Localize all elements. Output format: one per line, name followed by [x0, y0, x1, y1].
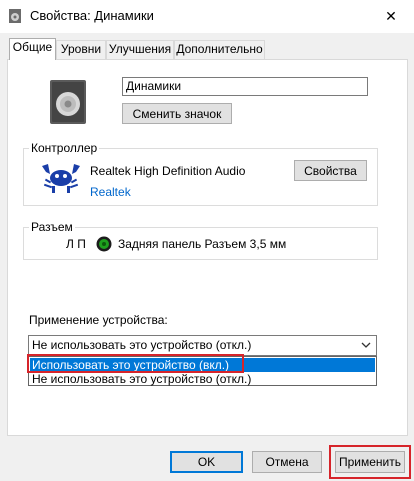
speaker-icon: [50, 80, 86, 124]
ok-button[interactable]: OK: [170, 451, 243, 473]
close-button[interactable]: ✕: [368, 0, 414, 33]
tab-label: Улучшения: [108, 42, 172, 56]
jack-channel: Л П: [66, 237, 86, 251]
cancel-button[interactable]: Отмена: [252, 451, 322, 473]
title-bar[interactable]: Свойства: Динамики ✕: [0, 0, 414, 33]
speaker-icon: [9, 9, 21, 23]
tab-advanced[interactable]: Дополнительно: [174, 40, 265, 59]
realtek-crab-icon: [42, 164, 80, 193]
ok-label: OK: [197, 455, 216, 469]
tab-enhancements[interactable]: Улучшения: [106, 40, 174, 59]
change-icon-label: Сменить значок: [132, 106, 222, 121]
device-usage-select[interactable]: Не использовать это устройство (откл.): [28, 335, 377, 356]
device-usage-selected: Не использовать это устройство (откл.): [32, 338, 252, 352]
dropdown-option-disable[interactable]: Не использовать это устройство (откл.): [30, 372, 375, 386]
cancel-label: Отмена: [265, 455, 309, 469]
change-icon-button[interactable]: Сменить значок: [122, 103, 232, 124]
controller-vendor-link[interactable]: Realtek: [90, 185, 131, 200]
close-icon: ✕: [385, 8, 397, 24]
highlight-frame: [329, 445, 411, 479]
tab-general[interactable]: Общие: [9, 38, 56, 60]
tab-label: Общие: [12, 40, 53, 54]
tab-levels[interactable]: Уровни: [56, 40, 106, 59]
tab-label: Дополнительно: [176, 42, 263, 56]
properties-label: Свойства: [304, 163, 357, 178]
controller-properties-button[interactable]: Свойства: [294, 160, 367, 181]
highlight-frame: [27, 354, 244, 373]
chevron-down-icon: [361, 342, 371, 348]
tab-label: Уровни: [60, 42, 102, 56]
window-title: Свойства: Динамики: [30, 8, 154, 23]
jack-group-label: Разъем: [29, 220, 75, 234]
jack-description: Задняя панель Разъем 3,5 мм: [118, 237, 287, 251]
device-name-input[interactable]: Динамики: [122, 77, 368, 96]
device-usage-label: Применение устройства:: [29, 313, 168, 327]
controller-name: Realtek High Definition Audio: [90, 164, 246, 178]
controller-group-label: Контроллер: [29, 141, 100, 155]
jack-green-icon: [96, 236, 112, 252]
